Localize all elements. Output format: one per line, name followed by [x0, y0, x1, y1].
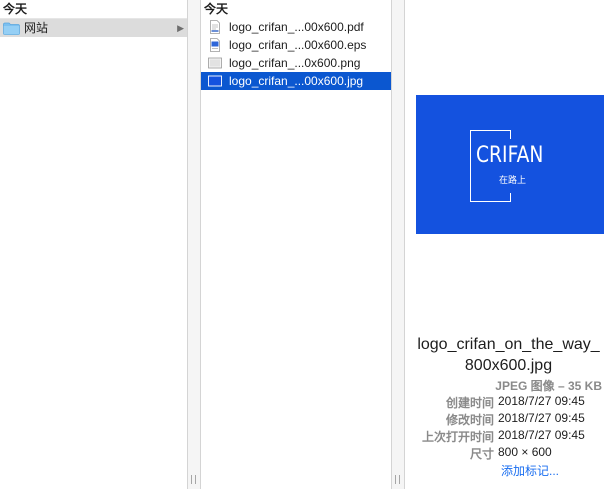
folder-label: 网站: [24, 21, 49, 35]
file-name: logo_crifan_...0x600.png: [229, 56, 361, 70]
file-name-line-2: 800x600.jpg: [464, 357, 553, 374]
logo-subtext: 在路上: [499, 175, 527, 185]
eps-file-icon: [210, 38, 220, 52]
file-name-line-1: logo_crifan_on_the_way_: [417, 336, 600, 353]
column-resize-handle-2[interactable]: ||: [391, 0, 405, 489]
file-row-png[interactable]: logo_crifan_...0x600.png: [201, 54, 391, 72]
file-name: logo_crifan_...00x600.jpg: [229, 74, 364, 88]
meta-value: 2018/7/27 09:45: [498, 394, 585, 408]
folder-icon: [3, 22, 20, 35]
jpg-file-icon: [208, 75, 222, 87]
meta-label: 创建时间: [445, 396, 494, 410]
add-tags-link[interactable]: 添加标记...: [501, 462, 559, 479]
preview-file-name: logo_crifan_on_the_way_ 800x600.jpg: [405, 334, 612, 376]
file-kind: JPEG 图像 – 35 KB: [495, 379, 602, 393]
meta-last-opened: 上次打开时间 2018/7/27 09:45: [405, 428, 612, 445]
meta-label: 上次打开时间: [421, 430, 494, 444]
grip-icon: ||: [189, 475, 199, 485]
logo-text: CRIFAN: [476, 143, 544, 168]
file-row-pdf[interactable]: logo_crifan_...00x600.pdf: [201, 18, 391, 36]
meta-value: 2018/7/27 09:45: [498, 428, 585, 442]
meta-modified: 修改时间 2018/7/27 09:45: [405, 411, 612, 428]
column-2: 今天 logo_crifan_...00x600.pdf logo_crifan…: [201, 0, 391, 489]
sidebar-item-websites-folder[interactable]: 网站 ▶: [0, 19, 187, 37]
meta-value: 800 × 600: [498, 445, 552, 459]
file-row-eps[interactable]: logo_crifan_...00x600.eps: [201, 36, 391, 54]
meta-value: 2018/7/27 09:45: [498, 411, 585, 425]
disclosure-arrow-icon: ▶: [177, 23, 184, 33]
meta-dimensions: 尺寸 800 × 600: [405, 445, 612, 462]
column-1-header: 今天: [0, 0, 187, 19]
file-row-jpg-selected[interactable]: logo_crifan_...00x600.jpg: [201, 72, 391, 90]
file-name: logo_crifan_...00x600.pdf: [229, 20, 364, 34]
column-2-header: 今天: [201, 0, 391, 18]
meta-label: 尺寸: [469, 447, 494, 461]
grip-icon: ||: [393, 475, 403, 485]
preview-column: CRIFAN 在路上 logo_crifan_on_the_way_ 800x6…: [405, 0, 612, 489]
file-name: logo_crifan_...00x600.eps: [229, 38, 367, 52]
png-file-icon: [208, 57, 222, 69]
column-1: 今天 网站 ▶: [0, 0, 187, 489]
meta-created: 创建时间 2018/7/27 09:45: [405, 394, 612, 411]
column-resize-handle-1[interactable]: ||: [187, 0, 201, 489]
pdf-file-icon: [210, 20, 220, 34]
image-preview[interactable]: CRIFAN 在路上: [416, 95, 604, 234]
meta-label: 修改时间: [445, 413, 494, 427]
